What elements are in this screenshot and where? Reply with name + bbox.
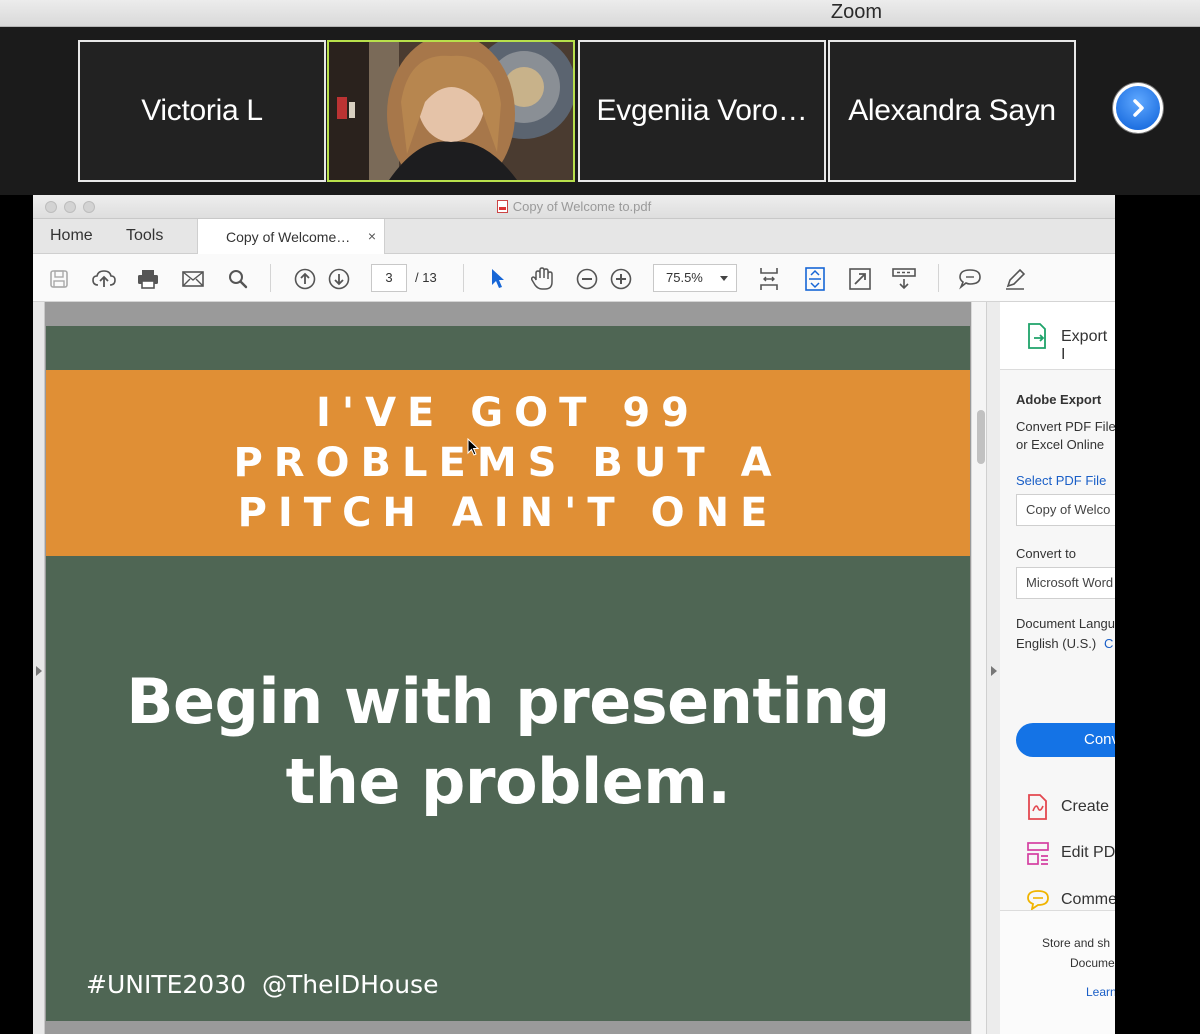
webcam-frame xyxy=(329,42,573,180)
window-title-text: Copy of Welcome to.pdf xyxy=(512,199,652,214)
footer-line-1: Store and sh xyxy=(1042,936,1111,950)
banner-text: I'VE GOT 99 PROBLEMS BUT A PITCH AIN'T O… xyxy=(233,390,783,536)
close-tab-icon[interactable]: × xyxy=(368,228,376,244)
tool-label: Edit PDI xyxy=(1061,844,1115,861)
acrobat-tab-bar: Home Tools Copy of Welcome… × xyxy=(33,219,1115,254)
convert-to-label: Convert to xyxy=(1016,546,1076,561)
save-icon[interactable] xyxy=(47,267,71,291)
mouse-cursor-icon xyxy=(467,438,480,456)
fill-sign-icon[interactable] xyxy=(1003,267,1027,291)
slide-headline: Begin with presenting the problem. xyxy=(46,662,970,822)
left-pane-toggle[interactable] xyxy=(33,302,45,1034)
scrolling-mode-icon[interactable] xyxy=(757,267,781,291)
tab-document[interactable]: Copy of Welcome… × xyxy=(197,219,385,254)
participant-tile[interactable]: Alexandra Sayn xyxy=(828,40,1076,182)
right-pane-toggle[interactable] xyxy=(986,302,1000,1034)
export-description-line2: or Excel Online xyxy=(1016,437,1105,452)
pdf-file-field[interactable]: Copy of Welco xyxy=(1016,494,1115,526)
collapse-right-pane-icon xyxy=(991,666,997,676)
tool-create-pdf[interactable]: Create I xyxy=(1000,786,1115,830)
learn-more-link[interactable]: Learn xyxy=(1086,985,1115,999)
participant-tile[interactable]: Evgeniia Voro… xyxy=(578,40,826,182)
hand-tool-icon[interactable] xyxy=(530,267,554,291)
acrobat-window: Copy of Welcome to.pdf Home Tools Copy o… xyxy=(33,195,1115,1034)
pdf-page: I'VE GOT 99 PROBLEMS BUT A PITCH AIN'T O… xyxy=(46,326,970,1021)
comment-icon[interactable] xyxy=(958,267,982,291)
tool-label: Create I xyxy=(1061,798,1115,815)
participant-gallery: Victoria L Evgeniia Voro… Alexandra Sayn xyxy=(0,27,1200,195)
page-total: / 13 xyxy=(415,270,437,285)
adobe-export-title: Adobe Export xyxy=(1016,392,1102,407)
document-tab-label: Copy of Welcome… xyxy=(226,229,351,245)
expand-left-pane-icon xyxy=(36,666,42,676)
create-pdf-icon xyxy=(1028,794,1047,820)
edit-pdf-icon xyxy=(1027,842,1049,865)
shared-screen: Copy of Welcome to.pdf Home Tools Copy o… xyxy=(0,195,1200,1034)
convert-to-select[interactable]: Microsoft Word xyxy=(1016,567,1115,599)
read-mode-icon[interactable] xyxy=(892,267,916,291)
participant-tile[interactable]: Victoria L xyxy=(78,40,326,182)
tool-label: Comme xyxy=(1061,891,1115,908)
change-language-link[interactable]: C xyxy=(1104,636,1113,651)
print-icon[interactable] xyxy=(136,267,160,291)
export-pdf-header[interactable]: Export I xyxy=(1000,302,1115,370)
toolbar-divider xyxy=(938,264,939,292)
toolbar-divider xyxy=(270,264,271,292)
pdf-file-icon xyxy=(496,200,508,213)
export-pdf-icon xyxy=(1028,323,1046,349)
slide-handle: @TheIDHouse xyxy=(262,970,439,999)
document-window-title: Copy of Welcome to.pdf xyxy=(33,199,1115,214)
upload-cloud-icon[interactable] xyxy=(92,267,116,291)
slide-banner: I'VE GOT 99 PROBLEMS BUT A PITCH AIN'T O… xyxy=(46,370,970,556)
chevron-right-icon xyxy=(1133,99,1144,117)
zoom-level-value: 75.5% xyxy=(666,270,703,285)
zoom-out-icon[interactable] xyxy=(575,267,599,291)
page-number-input[interactable]: 3 xyxy=(371,264,407,292)
participant-video-tile[interactable] xyxy=(327,40,575,182)
previous-page-icon[interactable] xyxy=(293,267,317,291)
convert-button[interactable]: Conv xyxy=(1016,723,1115,757)
zoom-level-select[interactable]: 75.5% xyxy=(653,264,737,292)
tab-tools[interactable]: Tools xyxy=(126,227,163,245)
zoom-title-bar: Zoom xyxy=(0,0,1200,27)
search-icon[interactable] xyxy=(226,267,250,291)
participant-video xyxy=(329,42,573,180)
tools-pane-footer: Store and sh Docume Learn xyxy=(1000,910,1115,1034)
export-pdf-label: Export I xyxy=(1061,328,1108,363)
zoom-window-title: Zoom xyxy=(830,1,882,23)
document-viewport[interactable]: I'VE GOT 99 PROBLEMS BUT A PITCH AIN'T O… xyxy=(33,302,993,1034)
participant-name: Alexandra Sayn xyxy=(848,94,1056,127)
next-page-button[interactable] xyxy=(1113,83,1163,133)
acrobat-toolbar: 3 / 13 75.5% xyxy=(33,254,1115,302)
tab-home[interactable]: Home xyxy=(50,227,93,245)
headline-line-2: the problem. xyxy=(285,745,731,818)
tool-edit-pdf[interactable]: Edit PDI xyxy=(1000,832,1115,876)
tools-pane: Export I Adobe Export Convert PDF File o… xyxy=(1000,302,1115,1034)
document-language-label: Document Langu xyxy=(1016,616,1115,631)
scrollbar-thumb[interactable] xyxy=(977,410,985,464)
fit-page-icon[interactable] xyxy=(803,267,827,291)
footer-line-2: Docume xyxy=(1070,956,1115,970)
export-description-line1: Convert PDF File xyxy=(1016,419,1115,434)
headline-line-1: Begin with presenting xyxy=(126,665,890,738)
slide-hashtag: #UNITE2030 xyxy=(86,970,247,999)
chevron-down-icon xyxy=(720,276,728,281)
zoom-in-icon[interactable] xyxy=(609,267,633,291)
participant-name: Victoria L xyxy=(141,94,263,127)
document-language-value: English (U.S.) xyxy=(1016,636,1097,651)
select-cursor-icon[interactable] xyxy=(486,267,510,291)
next-page-icon[interactable] xyxy=(327,267,351,291)
toolbar-divider xyxy=(463,264,464,292)
full-screen-icon[interactable] xyxy=(848,267,872,291)
acrobat-title-bar: Copy of Welcome to.pdf xyxy=(33,195,1115,219)
select-pdf-file-link[interactable]: Select PDF File xyxy=(1016,473,1106,488)
participant-name: Evgeniia Voro… xyxy=(596,94,808,127)
email-icon[interactable] xyxy=(181,267,205,291)
